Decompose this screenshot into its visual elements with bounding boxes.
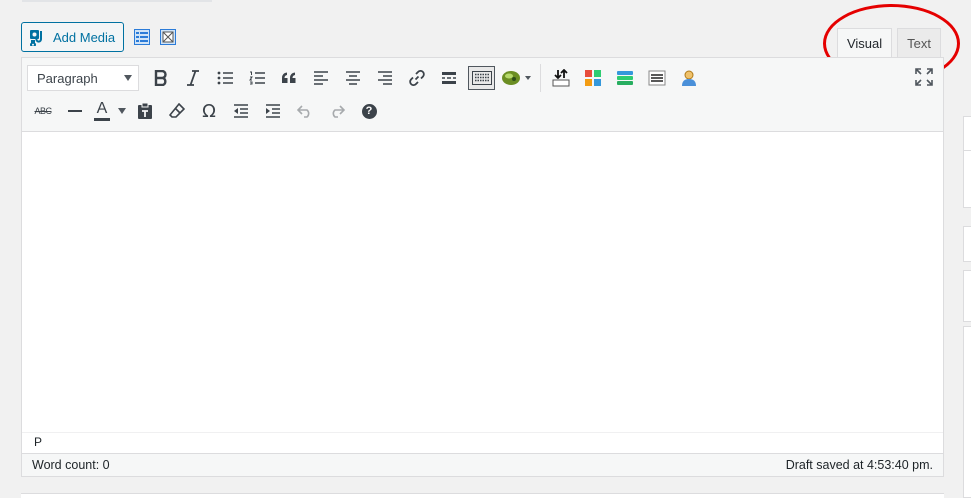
align-left-icon[interactable] xyxy=(305,63,337,93)
toolbar-separator xyxy=(540,64,541,92)
sidebar-panel-edge xyxy=(963,150,971,208)
sidebar-panel-edge xyxy=(963,116,971,151)
toolbar-row-2: ABC A Ω ? xyxy=(27,96,385,126)
indent-icon[interactable] xyxy=(257,96,289,126)
outdent-icon[interactable] xyxy=(225,96,257,126)
add-media-icon xyxy=(30,30,42,46)
add-media-button[interactable]: Add Media xyxy=(21,22,125,52)
stacked-bars-icon[interactable] xyxy=(609,63,641,93)
omega-symbol: Ω xyxy=(202,100,216,122)
next-panel-edge xyxy=(21,493,944,498)
numbered-list-icon[interactable] xyxy=(241,63,273,93)
redo-icon[interactable] xyxy=(321,96,353,126)
download-icon[interactable] xyxy=(545,63,577,93)
align-center-icon[interactable] xyxy=(337,63,369,93)
sidebar-panel-edge xyxy=(963,326,971,498)
media-buttons: Add Media xyxy=(21,22,177,52)
italic-icon[interactable] xyxy=(177,63,209,93)
undo-icon[interactable] xyxy=(289,96,321,126)
lines-icon[interactable] xyxy=(641,63,673,93)
fullscreen-icon[interactable] xyxy=(915,68,933,86)
special-character-icon[interactable]: Ω xyxy=(193,96,225,126)
bold-icon[interactable] xyxy=(145,63,177,93)
image-placeholder-icon[interactable] xyxy=(160,29,177,45)
sidebar-panel-edge xyxy=(963,270,971,322)
word-count: Word count: 0 xyxy=(32,458,110,472)
strikethrough-text: ABC xyxy=(34,106,52,116)
format-select-value: Paragraph xyxy=(37,70,98,86)
toolbar-toggle-icon[interactable] xyxy=(468,66,495,90)
editor-toolbar: Paragraph ABC A Ω ? xyxy=(22,58,943,132)
help-icon[interactable]: ? xyxy=(353,96,385,126)
format-select[interactable]: Paragraph xyxy=(27,65,139,91)
sidebar-panel-edge xyxy=(963,226,971,262)
element-path[interactable]: P xyxy=(22,432,943,452)
blockquote-icon[interactable] xyxy=(273,63,305,93)
read-more-icon[interactable] xyxy=(433,63,465,93)
chevron-down-icon xyxy=(124,75,132,81)
top-divider xyxy=(22,0,212,2)
text-color-icon[interactable]: A xyxy=(91,96,129,126)
align-right-icon[interactable] xyxy=(369,63,401,93)
chevron-down-icon xyxy=(118,108,126,114)
editor-status-bar: Word count: 0 Draft saved at 4:53:40 pm. xyxy=(22,453,943,476)
strikethrough-icon[interactable]: ABC xyxy=(27,96,59,126)
bulleted-list-icon[interactable] xyxy=(209,63,241,93)
editor-content-area[interactable] xyxy=(22,132,943,432)
colored-blocks-icon[interactable] xyxy=(577,63,609,93)
user-icon[interactable] xyxy=(673,63,705,93)
paste-as-text-icon[interactable] xyxy=(129,96,161,126)
add-media-label: Add Media xyxy=(53,29,116,45)
toolbar-row-1: Paragraph xyxy=(27,63,705,93)
clear-formatting-icon[interactable] xyxy=(161,96,193,126)
link-icon[interactable] xyxy=(401,63,433,93)
draft-status: Draft saved at 4:53:40 pm. xyxy=(785,458,933,472)
help-mark: ? xyxy=(365,105,373,117)
plugin-lime-icon[interactable] xyxy=(498,63,536,93)
text-color-letter: A xyxy=(96,100,108,117)
horizontal-line-icon[interactable] xyxy=(59,96,91,126)
layout-icon[interactable] xyxy=(134,29,151,45)
editor-box: Paragraph ABC A Ω ? P Word count: 0 Draf… xyxy=(21,57,944,477)
